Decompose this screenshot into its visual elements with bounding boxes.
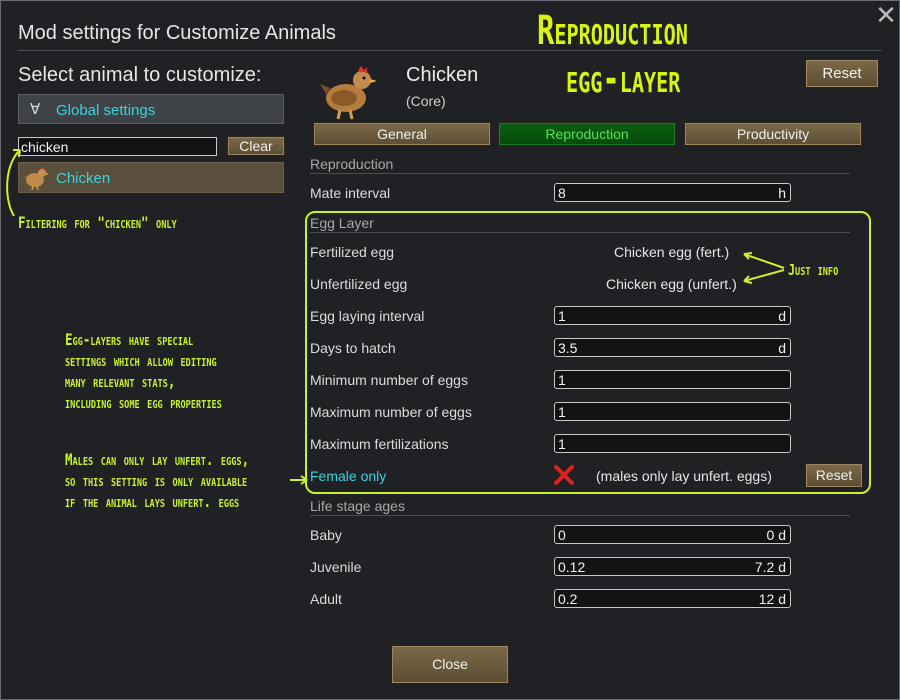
arrow-to-filter: [6, 149, 21, 217]
arrow-to-fertilized: [743, 253, 785, 269]
annotation-arrows: [6, 149, 785, 485]
arrow-to-unfertilized: [743, 269, 785, 282]
